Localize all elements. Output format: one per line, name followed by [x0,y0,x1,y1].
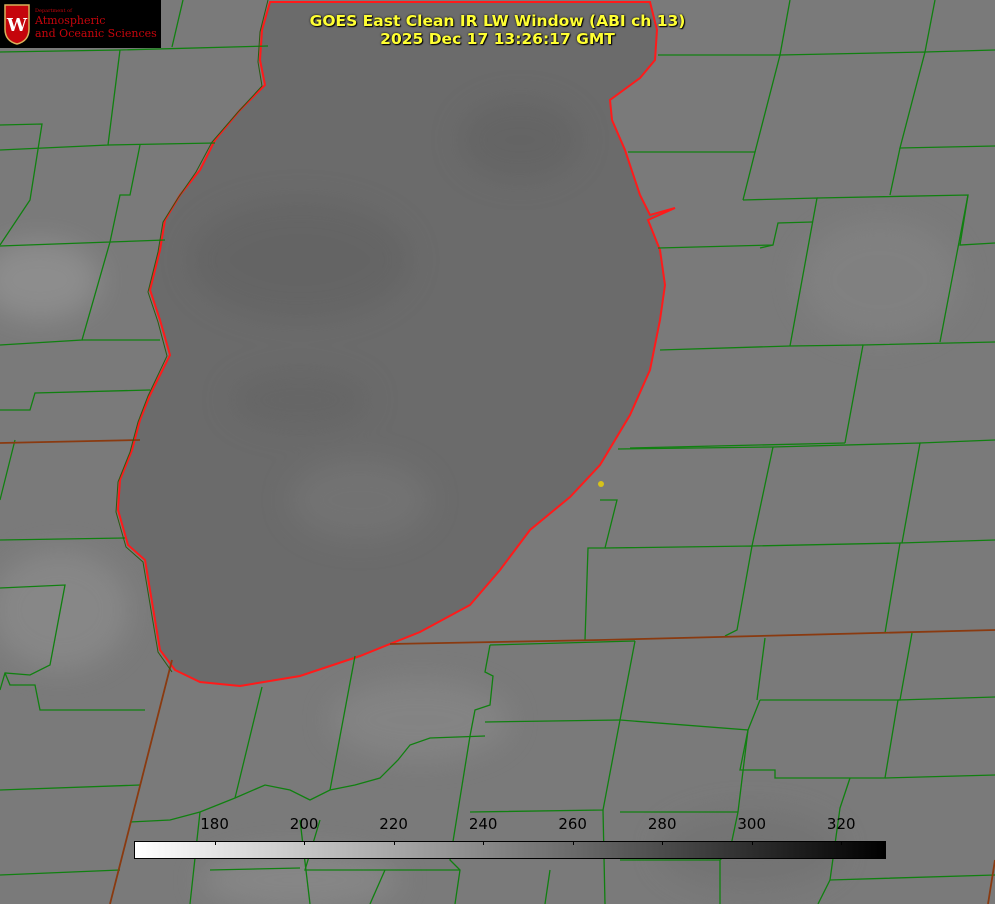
logo-line2: and Oceanic Sciences [35,27,157,40]
colorbar-tick-mark [214,841,216,845]
colorbar-tick-label: 280 [647,815,677,833]
colorbar-tick-mark [841,841,843,845]
colorbar-tick-mark [572,841,574,845]
colorbar-tick-label: 180 [200,815,229,833]
logo-line1: Atmospheric [35,14,106,27]
image-title: GOES East Clean IR LW Window (ABI ch 13) [309,12,686,30]
colorbar-tick-mark [483,841,485,845]
crest-icon: W [4,4,30,45]
colorbar-tick-label: 200 [289,815,319,833]
satellite-map [0,0,995,904]
uw-aos-logo: W Department of Atmospheric and Oceanic … [0,0,161,48]
colorbar-tick-label: 220 [379,815,408,833]
colorbar-tick-label: 240 [468,815,498,833]
colorbar [134,841,886,859]
colorbar-tick-mark [304,841,306,845]
image-timestamp: 2025 Dec 17 13:26:17 GMT [380,30,615,48]
colorbar-tick-mark [393,841,395,845]
colorbar-tick-label: 260 [558,815,587,833]
colorbar-tick-label: 320 [826,815,856,833]
colorbar-tick-mark [751,841,753,845]
colorbar-tick-label: 300 [737,815,767,833]
colorbar-tick-mark [662,841,664,845]
location-marker [598,481,604,487]
svg-text:W: W [6,15,28,36]
